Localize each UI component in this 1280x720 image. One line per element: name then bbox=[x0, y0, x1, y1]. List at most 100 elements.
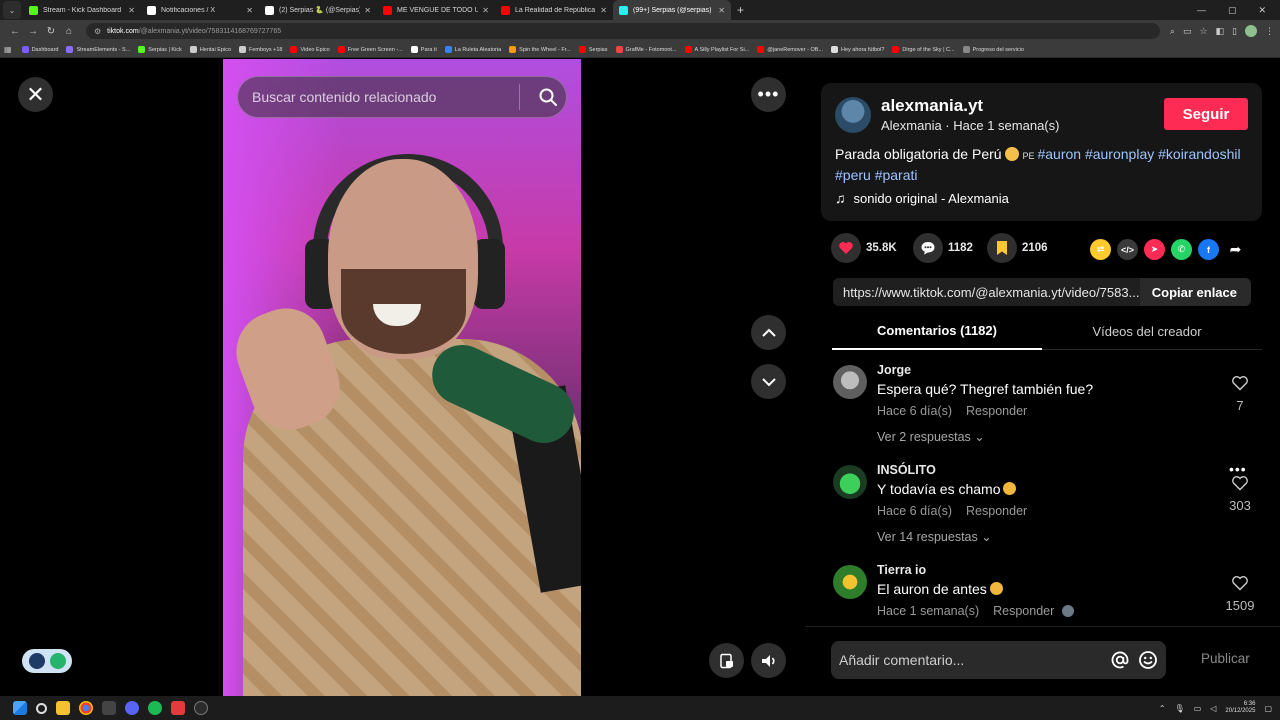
bookmark-item[interactable]: Dirge of the Sky | C... bbox=[892, 46, 955, 53]
publish-button[interactable]: Publicar bbox=[1201, 651, 1250, 666]
search-icon[interactable] bbox=[530, 76, 566, 118]
chrome-icon[interactable] bbox=[78, 701, 93, 715]
commenter-name[interactable]: Jorge bbox=[877, 363, 911, 377]
taskbar-clock[interactable]: 6:36 20/12/2025 bbox=[1225, 701, 1255, 715]
comment-like[interactable]: 303 bbox=[1225, 475, 1255, 513]
view-replies-link[interactable]: Ver 2 respuestas ⌄ bbox=[877, 429, 985, 444]
tray-chevron-icon[interactable]: ⌃ bbox=[1159, 704, 1166, 713]
bookmark-star-icon[interactable]: ☆ bbox=[1199, 26, 1207, 37]
reply-link[interactable]: Responder bbox=[993, 604, 1054, 618]
file-explorer-icon[interactable] bbox=[55, 701, 70, 715]
minimize-icon[interactable]: — bbox=[1197, 5, 1206, 16]
network-icon[interactable]: ▭ bbox=[1194, 704, 1202, 713]
discord-icon[interactable] bbox=[124, 701, 139, 715]
tab-close-icon[interactable]: ✕ bbox=[364, 6, 371, 15]
comment-action[interactable]: 1182 bbox=[913, 233, 973, 263]
tab-close-icon[interactable]: ✕ bbox=[128, 6, 135, 15]
author-handle[interactable]: alexmania.yt bbox=[881, 96, 983, 116]
apps-grid-icon[interactable]: ▦ bbox=[4, 45, 12, 54]
copy-link-button[interactable]: Copiar enlace bbox=[1139, 278, 1251, 306]
profile-avatar[interactable] bbox=[1245, 25, 1257, 37]
tab-creator-videos[interactable]: Vídeos del creador bbox=[1042, 312, 1252, 350]
sidebar-icon[interactable]: ▯ bbox=[1232, 26, 1237, 37]
browser-tab[interactable]: ME VENGUÉ DE TODO UN SER✕ bbox=[377, 0, 495, 20]
close-video-button[interactable]: ✕ bbox=[18, 77, 53, 112]
video-player[interactable] bbox=[223, 59, 581, 696]
tab-close-icon[interactable]: ✕ bbox=[482, 6, 489, 15]
bookmark-item[interactable]: Progreso del servicio bbox=[962, 46, 1024, 53]
bookmark-item[interactable]: Hentai Epico bbox=[189, 46, 231, 53]
hashtag-link[interactable]: #auronplay bbox=[1085, 146, 1154, 162]
forward-icon[interactable]: → bbox=[24, 26, 42, 37]
extensions-icon[interactable]: ◧ bbox=[1216, 26, 1225, 37]
url-field[interactable]: ⚙ tiktok.com/@alexmania.yt/video/7583114… bbox=[86, 23, 1160, 39]
maximize-icon[interactable]: ▢ bbox=[1228, 5, 1237, 16]
tab-comments[interactable]: Comentarios (1182) bbox=[832, 312, 1042, 350]
tab-close-icon[interactable]: ✕ bbox=[246, 6, 253, 15]
more-options-button[interactable]: ••• bbox=[751, 77, 786, 112]
obs-icon[interactable] bbox=[193, 701, 208, 715]
bookmark-item[interactable]: Video Epico bbox=[290, 46, 330, 53]
reload-icon[interactable]: ↻ bbox=[42, 26, 60, 37]
new-tab-icon[interactable]: + bbox=[737, 3, 744, 17]
bookmark-item[interactable]: @janeRemover - OB... bbox=[757, 46, 823, 53]
bookmark-item[interactable]: Dashboard bbox=[21, 46, 58, 53]
save-action[interactable]: 2106 bbox=[987, 233, 1048, 263]
mention-icon[interactable] bbox=[1108, 648, 1132, 672]
zoom-icon[interactable]: ⌕ bbox=[1170, 26, 1175, 37]
bookmark-item[interactable]: Femboys +18 bbox=[239, 46, 282, 53]
emoji-picker-icon[interactable] bbox=[1136, 648, 1160, 672]
app-icon[interactable] bbox=[170, 701, 185, 715]
follow-button[interactable]: Seguir bbox=[1164, 98, 1248, 130]
home-icon[interactable]: ⌂ bbox=[60, 26, 78, 37]
hashtag-link[interactable]: #parati bbox=[875, 167, 918, 183]
picture-in-picture-button[interactable] bbox=[709, 643, 744, 678]
hashtag-link[interactable]: #auron bbox=[1037, 146, 1081, 162]
back-icon[interactable]: ← bbox=[6, 26, 24, 37]
browser-tab-active[interactable]: (99+) Serpias (@serpias) | Ti ✕ bbox=[613, 0, 731, 20]
bookmark-item[interactable]: Spin the Wheel - Fr... bbox=[509, 46, 571, 53]
heart-icon[interactable] bbox=[831, 233, 861, 263]
commenter-avatar[interactable] bbox=[833, 465, 867, 499]
extension-logo-icon[interactable] bbox=[28, 653, 45, 669]
spotify-icon[interactable] bbox=[147, 701, 162, 715]
notifications-icon[interactable]: ▢ bbox=[1264, 704, 1272, 713]
bookmark-item[interactable]: Hey ahora fútbol? bbox=[830, 46, 884, 53]
cast-icon[interactable]: ▭ bbox=[1183, 26, 1192, 37]
bookmark-item[interactable]: Serpias | Kick bbox=[138, 46, 182, 53]
bookmark-icon[interactable] bbox=[987, 233, 1017, 263]
commenter-avatar[interactable] bbox=[833, 365, 867, 399]
hashtag-link[interactable]: #peru bbox=[835, 167, 871, 183]
whatsapp-icon[interactable]: ✆ bbox=[1171, 239, 1192, 260]
related-search-bar[interactable] bbox=[237, 76, 567, 118]
floating-extension-widget[interactable] bbox=[22, 649, 72, 673]
bookmark-item[interactable]: GrafMe - Fotomont... bbox=[615, 46, 677, 53]
view-replies-link[interactable]: Ver 14 respuestas ⌄ bbox=[877, 529, 992, 544]
commenter-avatar[interactable] bbox=[833, 565, 867, 599]
browser-tab[interactable]: Stream - Kick Dashboard ✕ bbox=[23, 0, 141, 20]
comment-like[interactable]: 1509 bbox=[1225, 575, 1255, 613]
previous-video-button[interactable] bbox=[751, 315, 786, 350]
share-arrow-icon[interactable]: ➦ bbox=[1225, 239, 1246, 260]
search-icon[interactable] bbox=[35, 702, 47, 714]
speaker-icon[interactable]: ◁ bbox=[1210, 704, 1216, 713]
facebook-icon[interactable]: f bbox=[1198, 239, 1219, 260]
comment-like[interactable]: 7 bbox=[1225, 375, 1255, 413]
comment-bubble-icon[interactable] bbox=[913, 233, 943, 263]
bookmark-item[interactable]: StreamElements - S... bbox=[66, 46, 130, 53]
app-icon[interactable] bbox=[101, 701, 116, 715]
repost-icon[interactable]: ⇄ bbox=[1090, 239, 1111, 260]
close-window-icon[interactable]: ✕ bbox=[1258, 5, 1266, 16]
browser-menu-icon[interactable]: ⋮ bbox=[1265, 26, 1274, 37]
share-link-text[interactable]: https://www.tiktok.com/@alexmania.yt/vid… bbox=[833, 285, 1140, 300]
microphone-icon[interactable]: 🎙︎ bbox=[1175, 704, 1185, 713]
comment-input[interactable] bbox=[839, 652, 1104, 668]
like-action[interactable]: 35.8K bbox=[831, 233, 897, 263]
bookmark-item[interactable]: La Ruleta Aleatoria bbox=[444, 46, 501, 53]
reply-link[interactable]: Responder bbox=[966, 504, 1027, 518]
tab-close-icon[interactable]: ✕ bbox=[718, 6, 725, 15]
tab-search-button[interactable]: ⌄ bbox=[3, 1, 21, 19]
bookmark-item[interactable]: Para ti bbox=[410, 46, 437, 53]
related-search-input[interactable] bbox=[252, 89, 509, 105]
browser-tab[interactable]: (2) Serpias 🐍 (@Serpias) / X✕ bbox=[259, 0, 377, 20]
